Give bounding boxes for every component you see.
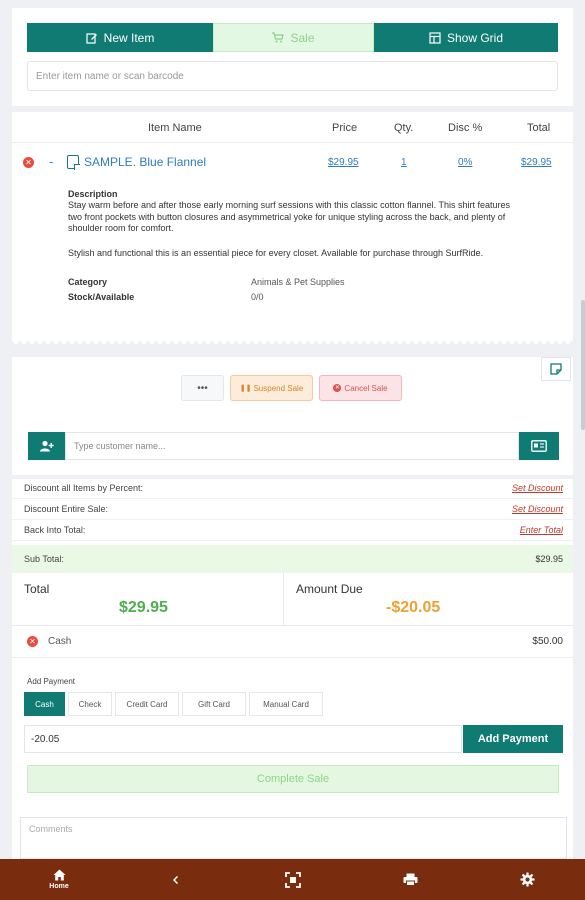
remove-item-icon[interactable]: ✕ xyxy=(23,157,34,168)
sale-actions-card: ••• ❚❚ Suspend Sale ✕ Cancel Sale xyxy=(12,357,573,475)
comments-field[interactable] xyxy=(20,817,567,859)
new-item-button[interactable]: New Item xyxy=(27,23,213,52)
payment-method-credit-card[interactable]: Credit Card xyxy=(115,692,179,716)
cancel-sale-button[interactable]: ✕ Cancel Sale xyxy=(319,375,402,401)
subtotal-label: Sub Total: xyxy=(24,554,64,564)
col-disc: Disc % xyxy=(448,122,483,134)
sale-items-table: Item Name Price Qty. Disc % Total ✕ - SA… xyxy=(12,112,573,346)
amount-due-value: -$20.05 xyxy=(386,599,441,616)
payment-amount: $50.00 xyxy=(532,636,563,647)
collapse-details-icon[interactable]: - xyxy=(49,154,53,169)
category-label: Category xyxy=(68,277,108,287)
new-item-label: New Item xyxy=(103,30,155,45)
note-icon xyxy=(550,363,562,375)
total-label: Total xyxy=(24,582,50,596)
suspend-sale-button[interactable]: ❚❚ Suspend Sale xyxy=(230,375,313,401)
col-item-name: Item Name xyxy=(148,122,202,134)
discount-label: Discount all Items by Percent: xyxy=(24,483,144,493)
pause-icon: ❚❚ xyxy=(239,385,252,392)
payment-method-cash[interactable]: Cash xyxy=(24,692,65,716)
applied-payment-row: ✕ Cash $50.00 xyxy=(12,626,573,658)
stock-label: Stock/Available xyxy=(68,292,135,302)
item-search-input[interactable] xyxy=(27,61,558,91)
col-price: Price xyxy=(332,122,358,134)
chevron-left-icon xyxy=(173,875,179,884)
home-icon xyxy=(53,869,65,881)
discount-label: Back Into Total: xyxy=(24,525,86,535)
sale-note-button[interactable] xyxy=(541,357,571,381)
discount-row: Discount all Items by Percent: Set Disco… xyxy=(12,479,573,499)
add-user-icon xyxy=(39,440,54,452)
total-value: $29.95 xyxy=(119,599,168,616)
description-label: Description xyxy=(68,189,118,199)
description-line: Stay warm before and after those early m… xyxy=(68,200,511,210)
sale-tab[interactable]: Sale xyxy=(213,23,374,52)
item-disc-link[interactable]: 0% xyxy=(458,157,472,168)
discount-label: Discount Entire Sale: xyxy=(24,504,109,514)
remove-payment-icon[interactable]: ✕ xyxy=(27,636,38,647)
description-line: shoulder room for comfort. xyxy=(68,223,174,233)
bottom-nav: Home xyxy=(0,859,585,900)
sale-tab-label: Sale xyxy=(290,30,315,45)
show-grid-button[interactable]: Show Grid xyxy=(374,23,558,52)
scan-icon xyxy=(285,871,301,888)
payment-amount-input[interactable] xyxy=(24,725,462,753)
totals-summary: Total $29.95 Amount Due -$20.05 xyxy=(12,573,573,626)
add-customer-button[interactable] xyxy=(28,432,65,460)
item-name-link[interactable]: SAMPLE. Blue Flannel xyxy=(84,155,206,169)
show-grid-label: Show Grid xyxy=(446,30,504,45)
item-total-link[interactable]: $29.95 xyxy=(521,157,552,168)
nav-scan[interactable] xyxy=(281,859,305,900)
add-payment-heading: Add Payment xyxy=(27,677,76,686)
customer-card-button[interactable] xyxy=(519,432,559,460)
nav-settings[interactable] xyxy=(515,859,539,900)
edit-icon xyxy=(86,32,97,44)
top-toolbar-card: New Item Sale Show Grid xyxy=(12,8,573,106)
set-discount-link[interactable]: Set Discount xyxy=(512,504,563,514)
col-qty: Qty. xyxy=(394,122,414,134)
note-icon[interactable] xyxy=(67,155,80,170)
nav-home-label: Home xyxy=(49,883,69,890)
nav-home[interactable]: Home xyxy=(40,859,78,900)
cart-icon xyxy=(272,32,285,43)
grid-icon xyxy=(429,31,441,44)
stock-value: 0/0 xyxy=(251,292,264,302)
amount-due-label: Amount Due xyxy=(296,582,363,596)
category-value: Animals & Pet Supplies xyxy=(251,277,345,287)
item-price-link[interactable]: $29.95 xyxy=(328,157,359,168)
payment-method-label: Cash xyxy=(48,636,72,647)
description-line: two front pockets with button closures a… xyxy=(68,211,506,222)
mode-tabs: New Item Sale Show Grid xyxy=(27,23,558,52)
gear-icon xyxy=(519,872,535,887)
suspend-sale-label: Suspend Sale xyxy=(253,383,304,393)
payment-method-manual-card[interactable]: Manual Card xyxy=(249,692,323,716)
more-options-button[interactable]: ••• xyxy=(181,375,224,401)
complete-sale-button[interactable]: Complete Sale xyxy=(27,765,559,793)
print-icon xyxy=(403,873,417,886)
item-qty-link[interactable]: 1 xyxy=(401,157,407,168)
set-discount-link[interactable]: Set Discount xyxy=(512,483,563,493)
table-header: Item Name Price Qty. Disc % Total xyxy=(12,112,573,143)
add-payment-button[interactable]: Add Payment xyxy=(463,725,563,753)
payment-card: Discount all Items by Percent: Set Disco… xyxy=(12,479,573,859)
payment-method-check[interactable]: Check xyxy=(68,692,112,716)
subtotal-row: Sub Total: $29.95 xyxy=(12,545,573,573)
scroll-edge-handle xyxy=(581,300,585,430)
nav-back[interactable] xyxy=(166,859,186,900)
receipt-tear-edge xyxy=(12,340,573,346)
totals-divider xyxy=(283,573,284,626)
cancel-icon: ✕ xyxy=(333,384,342,392)
col-total: Total xyxy=(527,122,551,134)
enter-total-link[interactable]: Enter Total xyxy=(520,525,563,535)
id-card-icon xyxy=(531,440,547,452)
customer-name-input[interactable] xyxy=(65,432,519,460)
payment-method-gift-card[interactable]: Gift Card xyxy=(182,692,246,716)
discount-row: Back Into Total: Enter Total xyxy=(12,521,573,541)
discount-row: Discount Entire Sale: Set Discount xyxy=(12,500,573,520)
description-paragraph: Stylish and functional this is an essent… xyxy=(68,248,484,258)
cancel-sale-label: Cancel Sale xyxy=(344,383,388,393)
subtotal-value: $29.95 xyxy=(535,554,563,564)
nav-print[interactable] xyxy=(398,859,422,900)
